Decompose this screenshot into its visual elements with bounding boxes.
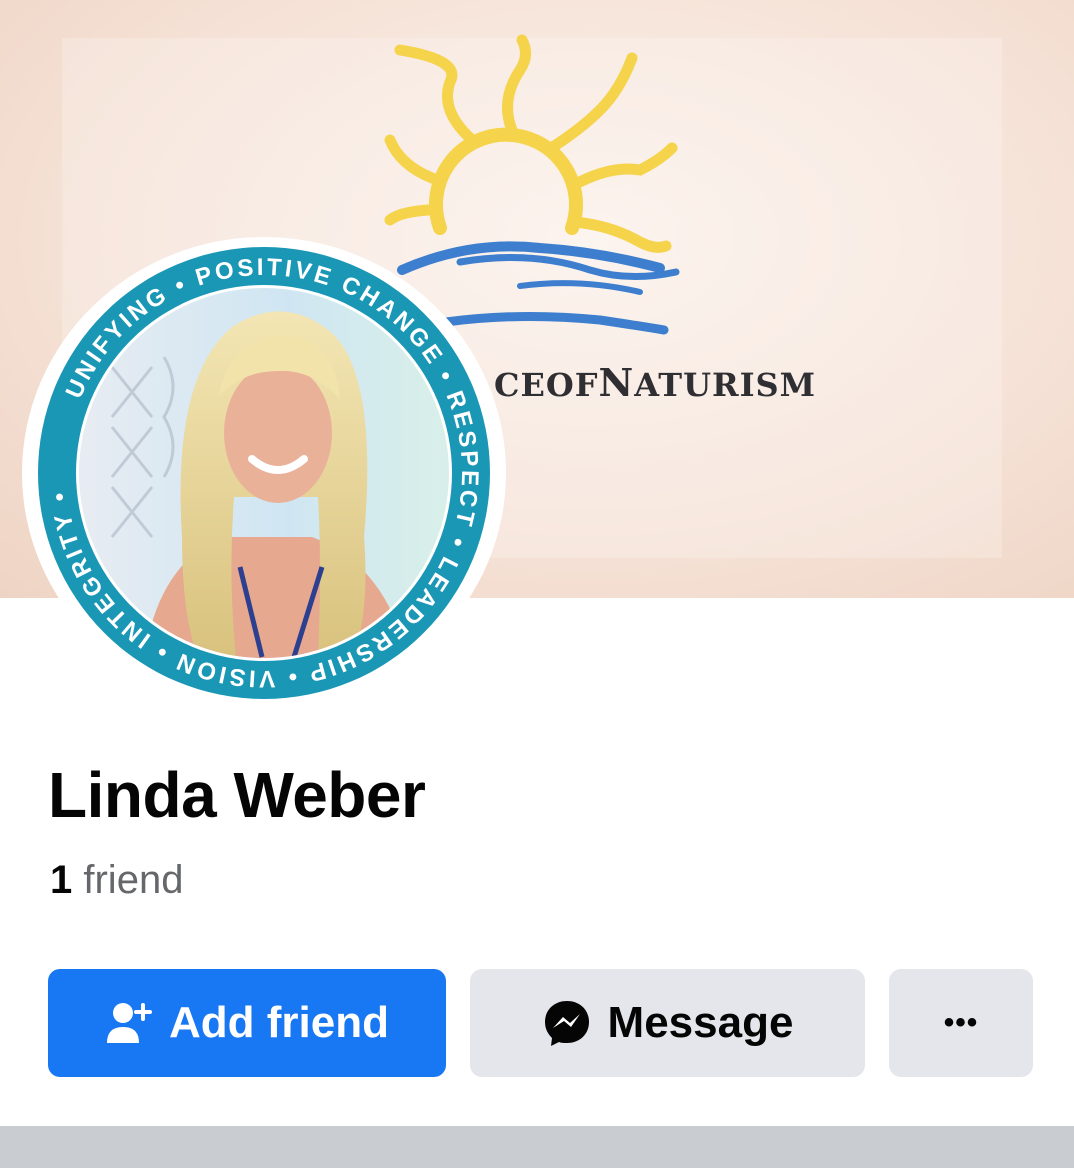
add-friend-button[interactable]: Add friend <box>48 969 446 1077</box>
add-person-icon <box>105 999 153 1047</box>
add-friend-label: Add friend <box>169 998 389 1047</box>
message-button[interactable]: Message <box>470 969 865 1077</box>
messenger-icon <box>542 998 592 1048</box>
cover-brand-text: CEOFNATURISM <box>494 360 817 405</box>
profile-picture[interactable]: UNIFYING • POSITIVE CHANGE • RESPECT • L… <box>22 237 506 709</box>
friend-count[interactable]: 1 friend <box>50 858 183 903</box>
more-dots-icon: ••• <box>943 1006 979 1039</box>
message-label: Message <box>607 998 794 1047</box>
friend-count-number: 1 <box>50 858 73 902</box>
profile-name: Linda Weber <box>48 759 426 831</box>
more-options-button[interactable]: ••• <box>889 969 1033 1077</box>
avatar-badge: UNIFYING • POSITIVE CHANGE • RESPECT • L… <box>38 247 490 699</box>
section-divider <box>0 1126 1074 1168</box>
friend-count-label: friend <box>83 858 184 902</box>
